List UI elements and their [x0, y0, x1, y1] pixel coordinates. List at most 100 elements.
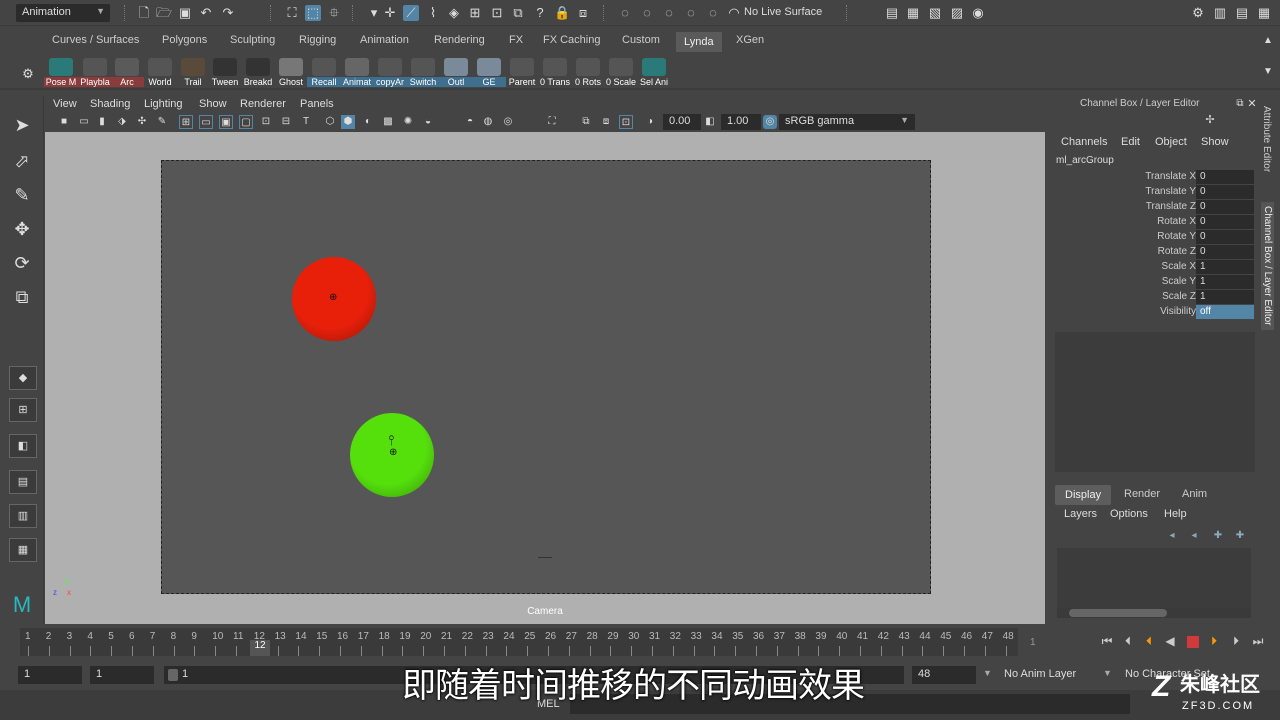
attribute-row[interactable]: Scale Y1	[1048, 275, 1256, 290]
motion-blur-icon[interactable]: ◍	[481, 115, 495, 129]
viewport[interactable]: ⊕ ⫯ ⊕ y z x Camera	[45, 132, 1045, 624]
help-icon[interactable]: ?	[532, 5, 548, 21]
shelf-button-world[interactable]: World	[143, 58, 177, 88]
live-surface-label[interactable]: No Live Surface	[744, 6, 822, 18]
playback-start-field[interactable]: 1	[90, 666, 154, 684]
xray-joints-icon[interactable]: ⧈	[599, 115, 613, 129]
attribute-value[interactable]: 0	[1196, 230, 1254, 244]
render-settings-icon[interactable]: ▨	[949, 5, 965, 21]
stop-icon[interactable]	[1187, 636, 1199, 648]
gamma-field[interactable]: 1.00	[721, 114, 761, 130]
channel-box-toggle-icon[interactable]: ▦	[1256, 5, 1272, 21]
menu-help[interactable]: Help	[1164, 508, 1187, 520]
horizontal-scrollbar[interactable]	[1057, 608, 1251, 618]
menu-show[interactable]: Show	[1201, 136, 1229, 148]
time-slider[interactable]: 1 2 3 4 5 6 7 8 9 10 11 12 13 14 15 16 17 18 19 20 21 22 23 24 2…	[20, 628, 1018, 656]
current-frame-marker[interactable]: 12	[250, 640, 270, 656]
resolution-gate-icon[interactable]: ▣	[219, 115, 233, 129]
isolate-select-icon[interactable]: ⛶	[545, 115, 559, 129]
shelf-button-recall[interactable]: Recall	[307, 58, 341, 88]
field-chart-icon[interactable]: ⊡	[259, 115, 273, 129]
magnet-icon[interactable]: ◠	[726, 5, 742, 21]
step-back-key-icon[interactable]: ⏴	[1121, 634, 1135, 648]
shelf-button-pose[interactable]: Pose M	[44, 58, 78, 88]
new-layer-selected-icon[interactable]: ✚	[1232, 528, 1248, 544]
menu-layers[interactable]: Layers	[1064, 508, 1097, 520]
snap-surface-icon[interactable]: ⊞	[467, 5, 483, 21]
redo-icon[interactable]: ↷	[220, 5, 236, 21]
attribute-value[interactable]: 1	[1196, 260, 1254, 274]
exposure-icon[interactable]: ◑	[643, 115, 657, 129]
shelf-button-parent[interactable]: Parent	[505, 58, 539, 88]
attribute-name[interactable]: Translate X	[1145, 171, 1196, 182]
tab-anim[interactable]: Anim	[1182, 488, 1207, 500]
green-ball[interactable]: ⫯ ⊕	[350, 413, 434, 497]
two-pane-layout-icon[interactable]: ◧	[9, 434, 37, 458]
wireframe-on-shaded-icon[interactable]: ◐	[361, 115, 375, 129]
shelf-button-playblast[interactable]: Playbla	[78, 58, 112, 88]
menu-set-dropdown[interactable]: Animation ▼	[16, 4, 110, 22]
chevron-down-icon[interactable]: ▼	[1103, 668, 1112, 678]
lasso-5-icon[interactable]: ◌	[705, 5, 721, 21]
aa-icon[interactable]: ◎	[501, 115, 515, 129]
go-to-start-icon[interactable]: ⏮	[1100, 634, 1114, 648]
shelf-button-zero-trans[interactable]: 0 Trans	[538, 58, 572, 88]
camera-icon[interactable]: ■	[57, 115, 71, 129]
outliner-layout-icon[interactable]: ▤	[9, 470, 37, 494]
playback-end-field[interactable]: 48	[912, 666, 976, 684]
undo-icon[interactable]: ↶	[198, 5, 214, 21]
attribute-name[interactable]: Rotate Y	[1157, 231, 1196, 242]
shelf-menu-icon[interactable]: ▲	[1260, 33, 1276, 49]
menu-options[interactable]: Options	[1110, 508, 1148, 520]
attribute-name[interactable]: Visibility	[1160, 306, 1196, 317]
attribute-row[interactable]: Translate Y0	[1048, 185, 1256, 200]
shelf-button-select-anim[interactable]: Sel Ani	[637, 58, 671, 88]
step-forward-key-icon[interactable]: ⏵	[1229, 634, 1243, 648]
attribute-value[interactable]: 0	[1196, 170, 1254, 184]
modeling-toolkit-icon[interactable]: ▥	[1212, 5, 1228, 21]
attribute-value[interactable]: off	[1196, 305, 1254, 319]
xray-components-icon[interactable]: ⊡	[619, 115, 633, 129]
tab-render[interactable]: Render	[1124, 488, 1160, 500]
attribute-value[interactable]: 0	[1196, 200, 1254, 214]
shelf-button-animat[interactable]: Animat	[340, 58, 374, 88]
shelf-tab-fx[interactable]: FX	[509, 34, 523, 46]
attribute-name[interactable]: Rotate Z	[1158, 246, 1196, 257]
shelf-button-trail[interactable]: Trail	[176, 58, 210, 88]
select-object-icon[interactable]: ⬚	[305, 5, 321, 21]
three-pane-layout-icon[interactable]: ▥	[9, 504, 37, 528]
tab-channel-box[interactable]: Channel Box / Layer Editor	[1261, 202, 1274, 330]
smooth-shade-icon[interactable]: ⬢	[341, 115, 355, 129]
shelf-button-arc[interactable]: Arc	[110, 58, 144, 88]
workspace-icon[interactable]: ⚙	[1190, 5, 1206, 21]
shelf-tab-polygons[interactable]: Polygons	[162, 34, 207, 46]
bookmark-icon[interactable]: ▮	[95, 115, 109, 129]
move-layer-up-icon[interactable]: ◂	[1164, 528, 1180, 544]
snap-grid-icon[interactable]: ✛	[382, 5, 398, 21]
shelf-button-zero-rots[interactable]: 0 Rots	[571, 58, 605, 88]
single-pane-layout-icon[interactable]: ◆	[9, 366, 37, 390]
shelf-tab-lynda[interactable]: Lynda	[676, 32, 722, 52]
gamma-icon[interactable]: ◧	[703, 115, 717, 129]
color-management-icon[interactable]: ◎	[763, 115, 777, 129]
ssao-icon[interactable]: ◓	[463, 115, 477, 129]
attribute-row[interactable]: Rotate X0	[1048, 215, 1256, 230]
camera-attr-icon[interactable]: ▭	[77, 115, 91, 129]
chevron-down-icon[interactable]: ▼	[983, 668, 992, 678]
step-back-frame-icon[interactable]: ⏴	[1142, 634, 1156, 648]
attribute-row[interactable]: Scale X1	[1048, 260, 1256, 275]
menu-channels[interactable]: Channels	[1061, 136, 1107, 148]
rotate-tool-icon[interactable]: ⟳	[9, 250, 35, 276]
textured-icon[interactable]: ▩	[381, 115, 395, 129]
lasso-4-icon[interactable]: ◌	[683, 5, 699, 21]
lights-icon[interactable]: ✺	[401, 115, 415, 129]
attribute-row[interactable]: Scale Z1	[1048, 290, 1256, 305]
snap-live-icon[interactable]: ⊡	[489, 5, 505, 21]
wireframe-icon[interactable]: ⬡	[323, 115, 337, 129]
shelf-tab-rendering[interactable]: Rendering	[434, 34, 485, 46]
attribute-value[interactable]: 1	[1196, 275, 1254, 289]
history-icon[interactable]: ⧉	[510, 5, 526, 21]
new-scene-icon[interactable]: 🗋	[136, 5, 152, 21]
shelf-tab-rigging[interactable]: Rigging	[299, 34, 336, 46]
red-ball[interactable]: ⊕	[292, 257, 376, 341]
